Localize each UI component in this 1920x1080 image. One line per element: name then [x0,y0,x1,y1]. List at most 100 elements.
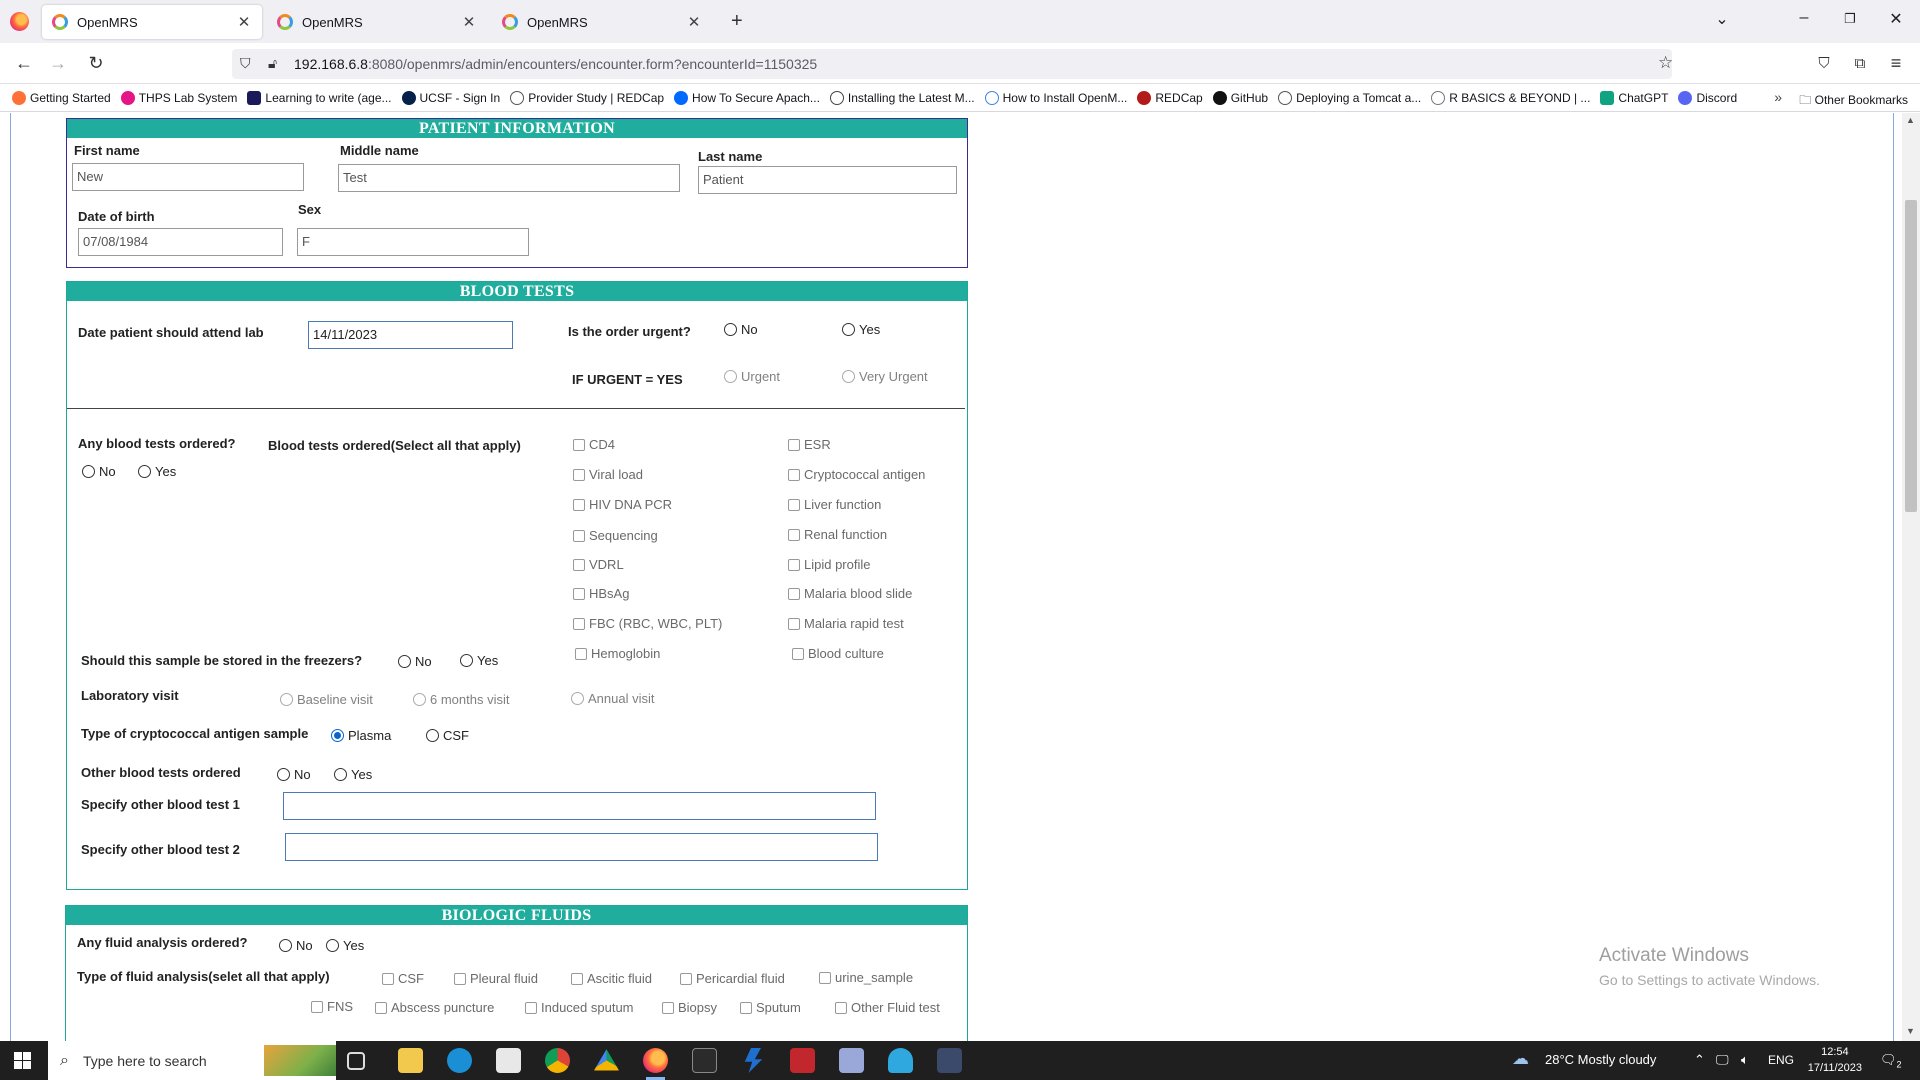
terminal-icon[interactable] [692,1048,717,1073]
new-tab-icon[interactable]: + [731,10,743,33]
any-blood-tests-yes-radio[interactable]: Yes [138,464,176,479]
extensions-icon[interactable]: ⧉ [1849,55,1871,72]
checkbox-hiv-dna-pcr[interactable]: HIV DNA PCR [573,497,672,512]
taskbar-search-box[interactable]: ⌕ Type here to search [48,1041,336,1080]
other-blood-tests-yes-radio[interactable]: Yes [334,767,372,782]
bookmark-item[interactable]: ChatGPT [1600,90,1668,105]
urgency-very-urgent-radio[interactable]: Very Urgent [842,369,928,384]
bookmark-item[interactable]: Discord [1678,90,1737,105]
weather-text[interactable]: 28°C Mostly cloudy [1545,1052,1656,1067]
bookmark-item[interactable]: Getting Started [12,90,111,105]
notifications-icon[interactable]: 🗨︎2 [1880,1052,1902,1070]
lightning-app-icon[interactable] [744,1048,763,1073]
checkbox-renal-function[interactable]: Renal function [788,527,887,542]
any-blood-tests-no-radio[interactable]: No [82,464,116,479]
remote-desktop-icon[interactable] [888,1048,913,1073]
checkbox-ascitic-fluid[interactable]: Ascitic fluid [571,971,652,986]
checkbox-malaria-blood-slide[interactable]: Malaria blood slide [788,586,912,601]
shield-icon[interactable]: ⛉ [240,55,251,72]
checkbox-viral-load[interactable]: Viral load [573,467,643,482]
image-viewer-icon[interactable] [937,1048,962,1073]
show-hidden-icons-icon[interactable]: ⌃ [1694,1052,1705,1068]
bookmark-item[interactable]: GitHub [1212,90,1268,105]
middle-name-field[interactable]: Test [338,164,680,192]
checkbox-hbsag[interactable]: HBsAg [573,586,629,601]
pocket-icon[interactable]: ⛉ [1813,55,1835,72]
checkbox-induced-sputum[interactable]: Induced sputum [525,1000,634,1015]
windows-start-icon[interactable] [14,1052,31,1069]
firefox-taskbar-icon[interactable] [643,1048,668,1080]
minimize-icon[interactable]: – [1794,9,1814,27]
star-icon[interactable]: ☆ [1658,53,1673,73]
specify-other-test-2-field[interactable] [285,833,878,861]
scrollbar-thumb[interactable] [1905,200,1917,512]
checkbox-malaria-rapid-test[interactable]: Malaria rapid test [788,616,904,631]
file-explorer-icon[interactable] [398,1048,423,1073]
bookmark-item[interactable]: R BASICS & BEYOND | ... [1431,90,1590,105]
first-name-field[interactable]: New [72,163,304,191]
bookmark-item[interactable]: Installing the Latest M... [829,90,975,105]
tab-openmrs-1[interactable]: OpenMRS ✕ [42,5,262,39]
menu-icon[interactable]: ≡ [1885,53,1907,74]
fluid-analysis-yes-radio[interactable]: Yes [326,938,364,953]
crypto-csf-radio[interactable]: CSF [426,728,469,743]
google-drive-icon[interactable] [594,1049,619,1071]
firefox-logo-icon[interactable] [10,12,29,31]
store-icon[interactable] [496,1048,521,1073]
checkbox-other-fluid-test[interactable]: Other Fluid test [835,1000,940,1015]
more-bookmarks-icon[interactable]: » [1774,89,1782,105]
attend-lab-date-field[interactable]: 14/11/2023 [308,321,513,349]
checkbox-cryptococcal-antigen[interactable]: Cryptococcal antigen [788,467,925,482]
visit-annual-radio[interactable]: Annual visit [571,691,654,706]
checkbox-blood-culture[interactable]: Blood culture [792,646,884,661]
visit-baseline-radio[interactable]: Baseline visit [280,692,373,707]
tab-openmrs-2[interactable]: OpenMRS ✕ [267,5,487,39]
scroll-down-icon[interactable]: ▼ [1906,1026,1915,1036]
bookmark-item[interactable]: Provider Study | REDCap [510,90,664,105]
scroll-up-icon[interactable]: ▲ [1906,115,1915,125]
other-blood-tests-no-radio[interactable]: No [277,767,311,782]
list-all-tabs-icon[interactable]: ⌄ [1712,9,1732,29]
close-tab-icon[interactable]: ✕ [236,13,252,31]
checkbox-biopsy[interactable]: Biopsy [662,1000,717,1015]
checkbox-liver-function[interactable]: Liver function [788,497,881,512]
checkbox-urine-sample[interactable]: urine_sample [819,970,913,985]
checkbox-sequencing[interactable]: Sequencing [573,528,658,543]
checkbox-hemoglobin[interactable]: Hemoglobin [575,646,660,661]
freezer-no-radio[interactable]: No [398,654,432,669]
crypto-plasma-radio[interactable]: Plasma [331,728,391,743]
freezer-yes-radio[interactable]: Yes [460,653,498,668]
reload-icon[interactable]: ↻ [85,53,107,74]
other-bookmarks[interactable]: 🗀︎ Other Bookmarks [1799,91,1908,111]
fluid-analysis-no-radio[interactable]: No [279,938,313,953]
edge-icon[interactable] [447,1048,472,1073]
forward-icon[interactable]: → [47,53,69,74]
bookmark-item[interactable]: THPS Lab System [120,90,237,105]
checkbox-cd4[interactable]: CD4 [573,437,615,452]
address-bar[interactable]: ⛉ 🔓︎ 192.168.6.8:8080/openmrs/admin/enco… [232,49,1673,79]
close-tab-icon[interactable]: ✕ [686,13,702,31]
checkbox-abscess-puncture[interactable]: Abscess puncture [375,1000,494,1015]
language-indicator[interactable]: ENG [1768,1053,1794,1067]
urgent-yes-radio[interactable]: Yes [842,322,880,337]
checkbox-pericardial-fluid[interactable]: Pericardial fluid [680,971,785,986]
network-icon[interactable]: 🖵︎ [1716,1052,1729,1068]
checkbox-lipid-profile[interactable]: Lipid profile [788,557,871,572]
task-view-icon[interactable] [347,1052,365,1070]
bookmark-item[interactable]: How to Install OpenM... [984,90,1127,105]
restore-icon[interactable]: ❐ [1840,11,1860,27]
access-icon[interactable] [790,1048,815,1073]
bookmark-item[interactable]: Learning to write (age... [247,90,392,105]
page-scrollbar[interactable]: ▲ ▼ [1902,113,1920,1041]
specify-other-test-1-field[interactable] [283,792,876,820]
back-icon[interactable]: ← [13,53,35,74]
lock-icon[interactable]: 🔓︎ [268,55,277,72]
tab-openmrs-3[interactable]: OpenMRS ✕ [492,5,712,39]
bookmark-item[interactable]: How To Secure Apach... [674,90,820,105]
taskbar-clock[interactable]: 12:54 17/11/2023 [1808,1044,1862,1076]
checkbox-esr[interactable]: ESR [788,437,831,452]
bookmark-item[interactable]: REDCap [1137,90,1203,105]
url-text[interactable]: 192.168.6.8:8080/openmrs/admin/encounter… [294,56,817,72]
urgent-no-radio[interactable]: No [724,322,758,337]
date-of-birth-field[interactable]: 07/08/1984 [78,228,283,256]
